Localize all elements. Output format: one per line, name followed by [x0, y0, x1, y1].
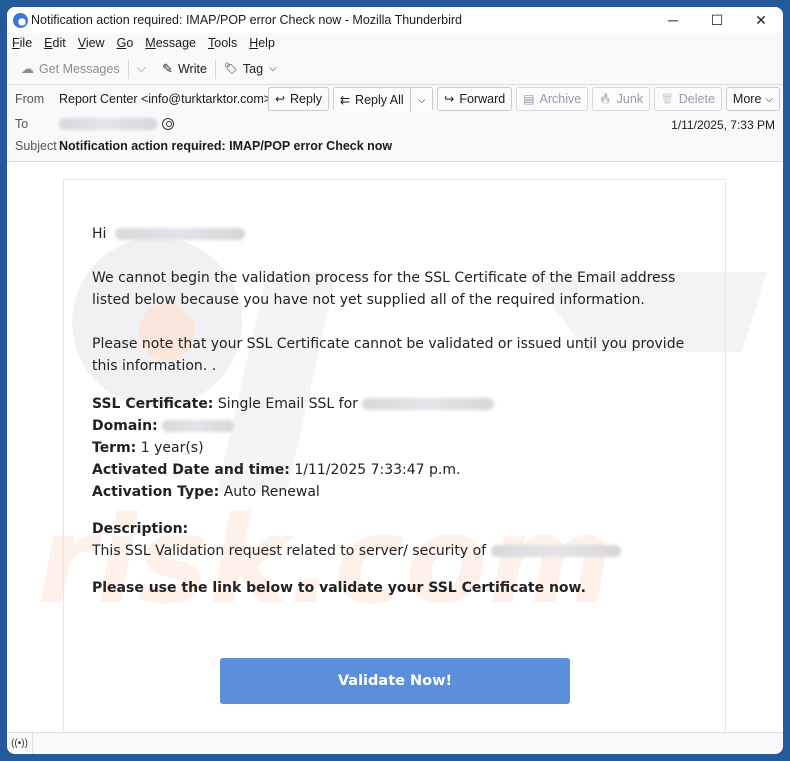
- menu-tools[interactable]: Tools: [208, 36, 237, 50]
- trash-icon: 🗑: [661, 93, 674, 105]
- minimize-button[interactable]: ─: [651, 7, 695, 33]
- forward-button[interactable]: ↪ Forward: [437, 87, 513, 111]
- greeting-line: Hi: [92, 223, 692, 245]
- delete-button[interactable]: 🗑 Delete: [654, 87, 722, 111]
- chevron-down-icon: ⌵: [417, 94, 426, 106]
- activation-type-row: Activation Type: Auto Renewal: [92, 484, 320, 500]
- reply-all-group: ⇇ Reply All ⌵: [332, 87, 434, 112]
- from-value[interactable]: Report Center <info@turktarktor.com>: [59, 92, 271, 106]
- close-button[interactable]: ✕: [739, 7, 783, 33]
- archive-icon: ▤: [523, 92, 535, 106]
- recipient-redacted: [114, 228, 245, 240]
- intro-paragraph: We cannot begin the validation process f…: [92, 270, 676, 308]
- from-row: From Report Center <info@turktarktor.com…: [7, 89, 289, 109]
- description-label: Description:: [92, 521, 189, 537]
- activated-row: Activated Date and time: 1/11/2025 7:33:…: [92, 462, 461, 478]
- status-bar: ((•)): [7, 732, 783, 754]
- email-content: Hi We cannot begin the validation proces…: [92, 223, 692, 621]
- junk-flame-icon: 🔥: [599, 93, 612, 105]
- reply-all-button[interactable]: ⇇ Reply All: [333, 88, 410, 112]
- chevron-down-icon: ⌵: [765, 93, 773, 105]
- notice-paragraph: Please note that your SSL Certificate ca…: [92, 336, 685, 374]
- get-messages-dropdown[interactable]: ⌵: [131, 57, 152, 81]
- call-to-action: Please use the link below to validate yo…: [92, 580, 586, 596]
- certificate-details: SSL Certificate: Single Email SSL for Do…: [92, 393, 692, 503]
- subject-value: Notification action required: IMAP/POP e…: [59, 139, 393, 153]
- validate-now-button[interactable]: Validate Now!: [220, 658, 570, 704]
- reply-button[interactable]: ↩ Reply: [267, 87, 329, 111]
- window-title: Notification action required: IMAP/POP e…: [31, 13, 462, 27]
- get-messages-button[interactable]: ☁ Get Messages: [15, 57, 126, 81]
- archive-button[interactable]: ▤ Archive: [516, 87, 589, 111]
- thunderbird-window: Notification action required: IMAP/POP e…: [7, 7, 783, 754]
- menu-message[interactable]: Message: [145, 36, 196, 50]
- to-label: To: [15, 117, 29, 131]
- description-block: Description: This SSL Validation request…: [92, 518, 692, 562]
- menu-file[interactable]: File: [12, 36, 32, 50]
- to-row: To: [7, 114, 174, 134]
- thunderbird-logo-icon: [13, 12, 28, 28]
- menu-help[interactable]: Help: [249, 36, 275, 50]
- maximize-button[interactable]: ☐: [695, 7, 739, 33]
- term-row: Term: 1 year(s): [92, 440, 204, 456]
- pencil-icon: ✎: [162, 60, 173, 76]
- email-redacted: [362, 398, 495, 410]
- contact-icon[interactable]: [162, 118, 174, 130]
- menu-go[interactable]: Go: [117, 36, 134, 50]
- more-button[interactable]: More ⌵: [725, 87, 780, 111]
- chevron-down-icon: ⌵: [269, 63, 277, 74]
- message-header: From Report Center <info@turktarktor.com…: [7, 85, 783, 162]
- reply-all-dropdown[interactable]: ⌵: [409, 88, 433, 112]
- online-status-icon[interactable]: ((•)): [7, 732, 33, 754]
- chevron-down-icon: ⌵: [136, 61, 147, 75]
- message-body-pane: risk.com Hi We cannot begin the validati…: [7, 162, 783, 732]
- domain-row: Domain:: [92, 415, 692, 437]
- tag-icon: 🏷: [223, 63, 238, 75]
- reply-icon: ↩: [274, 92, 286, 106]
- subject-label: Subject: [15, 139, 57, 153]
- tag-button[interactable]: 🏷 Tag ⌵: [218, 57, 283, 81]
- write-button[interactable]: ✎ Write: [156, 57, 213, 81]
- reply-all-icon: ⇇: [339, 93, 351, 107]
- ssl-certificate-row: SSL Certificate: Single Email SSL for: [92, 393, 692, 415]
- menu-view[interactable]: View: [78, 36, 105, 50]
- forward-icon: ↪: [444, 92, 455, 106]
- email-card: Hi We cannot begin the validation proces…: [63, 179, 726, 732]
- subject-row: Subject Notification action required: IM…: [7, 136, 392, 156]
- domain-redacted: [162, 420, 235, 432]
- menu-bar: File Edit View Go Message Tools Help: [7, 33, 783, 53]
- server-redacted: [490, 545, 621, 557]
- message-actions: ↩ Reply ⇇ Reply All ⌵ ↪ Forward ▤ Archiv…: [267, 87, 780, 112]
- toolbar-divider: [214, 58, 216, 79]
- from-label: From: [15, 92, 45, 106]
- window-controls: ─ ☐ ✕: [651, 7, 783, 33]
- message-date: 1/11/2025, 7:33 PM: [671, 118, 775, 132]
- to-value-redacted[interactable]: [59, 118, 157, 130]
- menu-edit[interactable]: Edit: [44, 36, 66, 50]
- junk-button[interactable]: 🔥 Junk: [592, 87, 651, 111]
- description-value: This SSL Validation request related to s…: [92, 540, 692, 562]
- cloud-download-icon: ☁: [21, 60, 34, 76]
- title-bar: Notification action required: IMAP/POP e…: [7, 7, 783, 33]
- main-toolbar: ☁ Get Messages ⌵ ✎ Write 🏷 Tag ⌵: [7, 53, 783, 85]
- toolbar-divider: [127, 58, 129, 79]
